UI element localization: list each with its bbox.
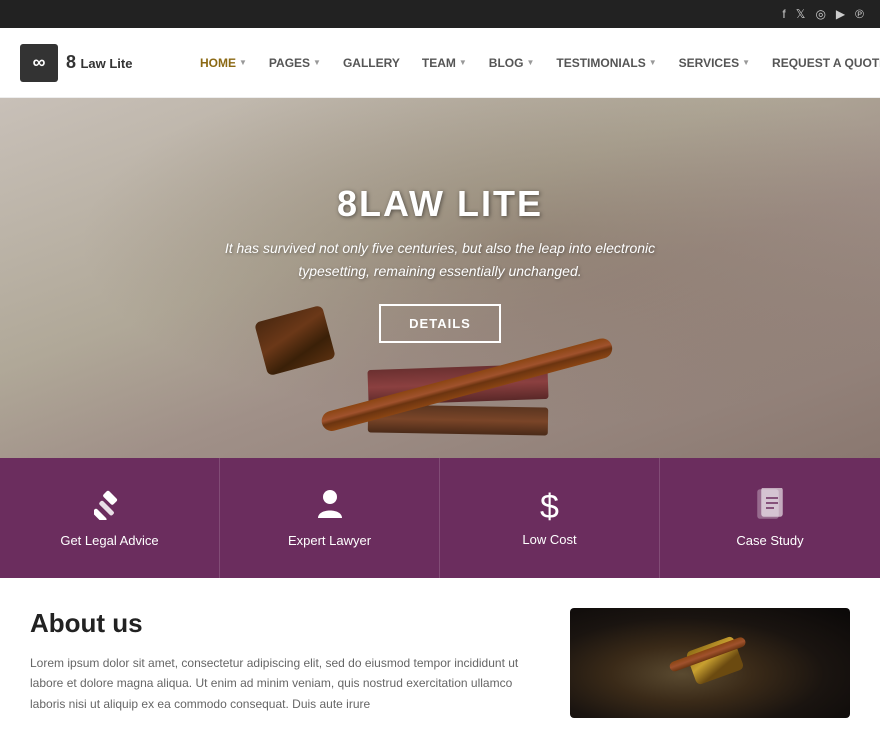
nav-testimonials[interactable]: TESTIMONIALS ▼ (546, 50, 666, 76)
header: ∞ 8 Law Lite HOME ▼ PAGES ▼ GALLERY TEAM… (0, 28, 880, 98)
hero-content: 8LAW LITE It has survived not only five … (220, 183, 660, 343)
logo-icon: ∞ (20, 44, 58, 82)
chevron-down-icon: ▼ (313, 58, 321, 67)
hero-title: 8LAW LITE (220, 183, 660, 225)
chevron-down-icon: ▼ (742, 58, 750, 67)
details-button[interactable]: DETAILS (379, 304, 501, 343)
hero-subtitle: It has survived not only five centuries,… (220, 237, 660, 282)
logo[interactable]: ∞ 8 Law Lite (20, 44, 170, 82)
facebook-icon[interactable]: f (782, 7, 785, 21)
nav-request-quote[interactable]: REQUEST A QUOTE (762, 50, 880, 76)
instagram-icon[interactable]: ◎ (815, 7, 825, 21)
nav-team[interactable]: TEAM ▼ (412, 50, 477, 76)
chevron-down-icon: ▼ (239, 58, 247, 67)
nav-gallery[interactable]: GALLERY (333, 50, 410, 76)
chevron-down-icon: ▼ (649, 58, 657, 67)
nav-pages[interactable]: PAGES ▼ (259, 50, 331, 76)
about-section: About us Lorem ipsum dolor sit amet, con… (0, 578, 880, 738)
feature-legal-advice-label: Get Legal Advice (60, 533, 158, 548)
person-icon (315, 488, 345, 525)
about-image (570, 608, 850, 718)
nav-blog[interactable]: BLOG ▼ (479, 50, 545, 76)
chevron-down-icon: ▼ (526, 58, 534, 67)
about-text: Lorem ipsum dolor sit amet, consectetur … (30, 653, 530, 714)
youtube-icon[interactable]: ▶ (836, 7, 845, 21)
feature-expert-lawyer[interactable]: Expert Lawyer (220, 458, 440, 578)
nav-home[interactable]: HOME ▼ (190, 50, 257, 76)
main-nav: HOME ▼ PAGES ▼ GALLERY TEAM ▼ BLOG ▼ TES… (190, 50, 880, 76)
top-bar: f 𝕏 ◎ ▶ ℗ (0, 0, 880, 28)
chevron-down-icon: ▼ (459, 58, 467, 67)
gavel-placeholder (570, 608, 850, 718)
dollar-icon: $ (540, 490, 559, 524)
feature-case-study-label: Case Study (736, 533, 803, 548)
logo-text: 8 Law Lite (66, 52, 132, 73)
hero-section: 8LAW LITE It has survived not only five … (0, 98, 880, 458)
feature-low-cost-label: Low Cost (522, 532, 576, 547)
gavel-mini-image (670, 633, 750, 693)
pinterest-icon[interactable]: ℗ (855, 7, 864, 21)
feature-expert-lawyer-label: Expert Lawyer (288, 533, 371, 548)
nav-services[interactable]: SERVICES ▼ (669, 50, 760, 76)
features-bar: Get Legal Advice Expert Lawyer $ Low Cos… (0, 458, 880, 578)
feature-low-cost[interactable]: $ Low Cost (440, 458, 660, 578)
about-left: About us Lorem ipsum dolor sit amet, con… (30, 608, 530, 718)
about-title: About us (30, 608, 530, 639)
feature-legal-advice[interactable]: Get Legal Advice (0, 458, 220, 578)
feature-case-study[interactable]: Case Study (660, 458, 880, 578)
gavel-icon (94, 488, 126, 525)
twitter-icon[interactable]: 𝕏 (796, 7, 806, 21)
document-icon (756, 488, 784, 525)
